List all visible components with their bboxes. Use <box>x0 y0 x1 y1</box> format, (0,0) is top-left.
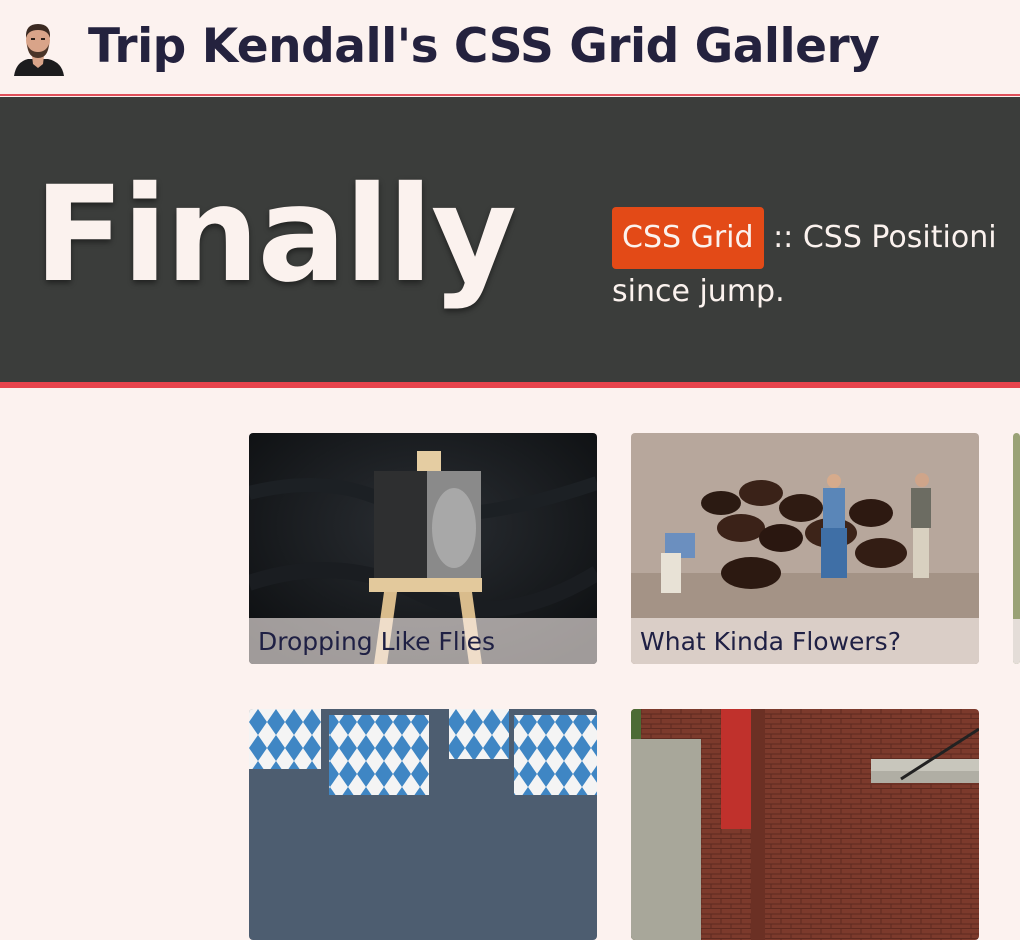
bavarian-flags-image <box>249 709 597 940</box>
avatar[interactable] <box>10 18 66 76</box>
gallery-card[interactable] <box>631 709 979 940</box>
css-grid-badge: CSS Grid <box>612 207 764 269</box>
site-title: Trip Kendall's CSS Grid Gallery <box>88 19 880 74</box>
gallery-card[interactable] <box>249 709 597 940</box>
hero-tagline-line1: :: CSS Positioni <box>773 220 997 255</box>
site-header: Trip Kendall's CSS Grid Gallery <box>0 0 1020 96</box>
gallery-card[interactable] <box>1013 433 1020 664</box>
gallery-card[interactable]: What Kinda Flowers? <box>631 433 979 664</box>
brick-building-image <box>631 709 979 940</box>
card-caption: What Kinda Flowers? <box>631 618 979 664</box>
gallery-card[interactable]: Dropping Like Flies <box>249 433 597 664</box>
hero-tagline-line2: since jump. <box>612 274 785 309</box>
gallery-image <box>1013 433 1020 664</box>
avatar-portrait-icon <box>10 18 66 76</box>
hero-tagline: CSS Grid :: CSS Positioni <box>612 207 1020 269</box>
hero-banner: Finally CSS Grid :: CSS Positioni <box>0 97 1020 388</box>
card-caption: Dropping Like Flies <box>249 618 597 664</box>
hero-title: Finally <box>34 158 517 312</box>
